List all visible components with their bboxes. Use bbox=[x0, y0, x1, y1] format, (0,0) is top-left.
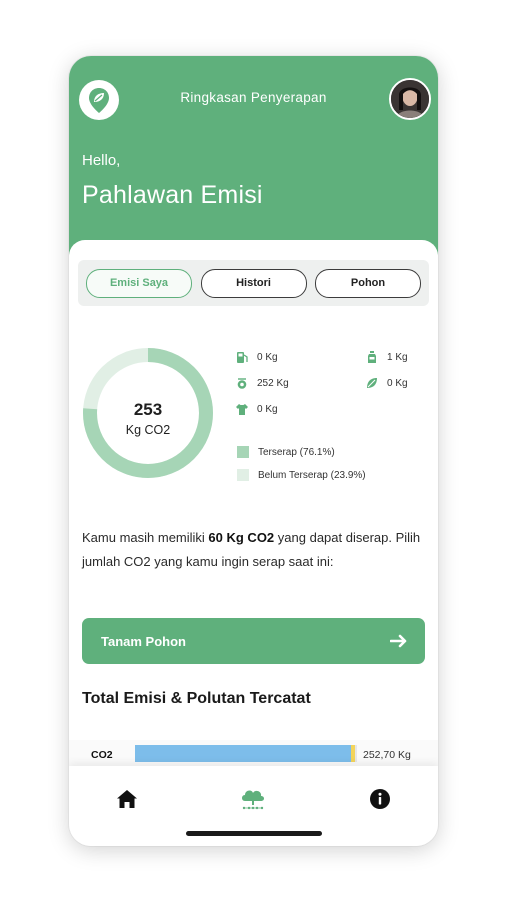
message-text-before: Kamu masih memiliki bbox=[82, 530, 209, 545]
plant-tree-button[interactable]: Tanam Pohon bbox=[82, 618, 425, 664]
page-title: Ringkasan Penyerapan bbox=[180, 90, 327, 105]
emission-bar-track bbox=[135, 745, 357, 762]
phone-frame: Ringkasan Penyerapan Hello, Pahlawan Emi… bbox=[69, 56, 438, 846]
home-indicator bbox=[186, 831, 322, 836]
tab-histori[interactable]: Histori bbox=[200, 268, 307, 298]
avatar[interactable] bbox=[389, 78, 431, 120]
avatar-photo bbox=[391, 80, 429, 118]
emission-bar-marker bbox=[351, 745, 355, 762]
info-icon bbox=[370, 789, 390, 809]
stat-food-value: 252 Kg bbox=[257, 377, 289, 389]
legend-swatch-belum-terserap bbox=[237, 469, 249, 481]
fuel-icon bbox=[237, 352, 248, 363]
stat-bottle-value: 1 Kg bbox=[387, 351, 408, 363]
app-logo bbox=[79, 80, 119, 120]
emission-row-label: CO2 bbox=[91, 749, 113, 761]
nav-home[interactable] bbox=[112, 786, 142, 812]
legend-terserap: Terserap (76.1%) bbox=[237, 446, 335, 458]
plant-tree-button-label: Tanam Pohon bbox=[101, 633, 186, 649]
stat-leaf-value: 0 Kg bbox=[387, 377, 408, 389]
emission-bar-fill bbox=[135, 745, 351, 762]
bottom-navigation bbox=[69, 766, 438, 846]
message-highlight: 60 Kg CO2 bbox=[208, 530, 275, 545]
emissions-section-title: Total Emisi & Polutan Tercatat bbox=[82, 690, 311, 707]
leaf-icon bbox=[367, 378, 377, 388]
food-icon bbox=[237, 378, 247, 389]
tree-icon bbox=[242, 790, 264, 810]
stat-shirt-value: 0 Kg bbox=[257, 403, 278, 415]
total-emission-unit: Kg CO2 bbox=[125, 423, 171, 437]
legend-belum-terserap: Belum Terserap (23.9%) bbox=[237, 469, 366, 481]
tab-emisi-saya[interactable]: Emisi Saya bbox=[86, 268, 192, 298]
stat-food: 252 Kg bbox=[235, 376, 289, 390]
main-content: Emisi Saya Histori Pohon 253 Kg CO2 0 Kg bbox=[69, 240, 438, 780]
nav-info[interactable] bbox=[365, 786, 395, 812]
nav-absorption[interactable] bbox=[238, 786, 268, 812]
stat-fuel: 0 Kg bbox=[235, 350, 278, 364]
greeting-text: Hello, bbox=[82, 152, 121, 169]
home-icon bbox=[117, 790, 137, 808]
arrow-right-icon bbox=[390, 634, 407, 648]
stat-leaf: 0 Kg bbox=[365, 376, 408, 390]
stat-fuel-value: 0 Kg bbox=[257, 351, 278, 363]
emission-row-value: 252,70 Kg bbox=[363, 749, 411, 761]
bottle-icon bbox=[368, 351, 376, 363]
shirt-icon bbox=[236, 404, 248, 415]
remaining-message: Kamu masih memiliki 60 Kg CO2 yang dapat… bbox=[82, 526, 422, 574]
legend-label-terserap: Terserap (76.1%) bbox=[258, 446, 335, 458]
header: Ringkasan Penyerapan Hello, Pahlawan Emi… bbox=[69, 56, 438, 256]
legend-swatch-terserap bbox=[237, 446, 249, 458]
location-leaf-icon bbox=[89, 88, 109, 113]
legend-label-belum-terserap: Belum Terserap (23.9%) bbox=[258, 469, 366, 481]
tab-pohon[interactable]: Pohon bbox=[315, 268, 421, 298]
tab-bar: Emisi Saya Histori Pohon bbox=[78, 260, 429, 306]
stat-bottle: 1 Kg bbox=[365, 350, 408, 364]
total-emission-value: 253 bbox=[133, 400, 163, 419]
user-name: Pahlawan Emisi bbox=[82, 181, 263, 209]
stat-shirt: 0 Kg bbox=[235, 402, 278, 416]
